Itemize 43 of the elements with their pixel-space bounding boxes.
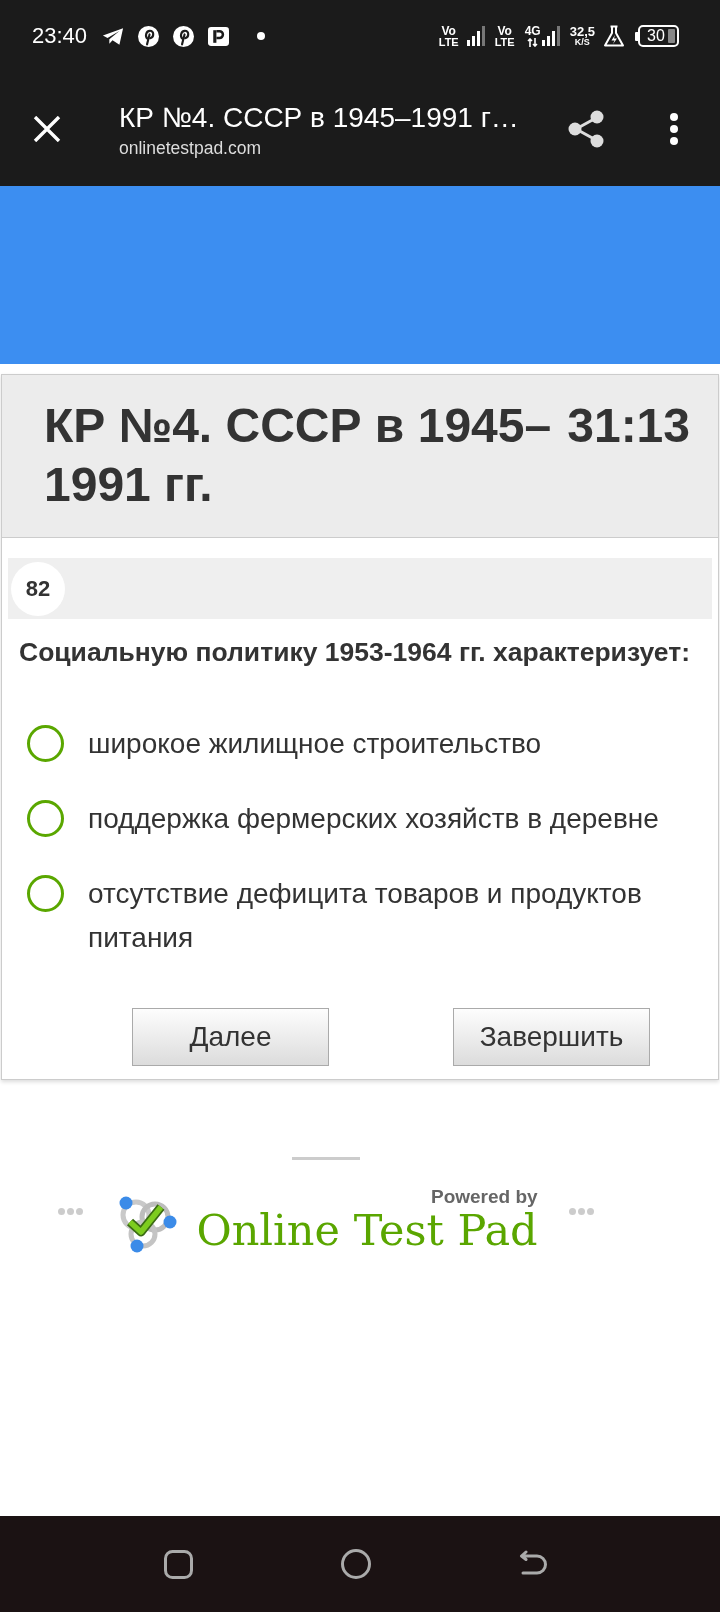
volte-label: Vo (497, 24, 512, 37)
network-type-label: 4G (524, 25, 541, 37)
back-icon[interactable] (519, 1550, 547, 1578)
circle-icon[interactable] (341, 1549, 371, 1579)
clock-time: 23:40 (32, 23, 88, 49)
answer-option[interactable]: поддержка фермерских хозяйств в деревне (88, 797, 659, 841)
radio-button[interactable] (27, 875, 64, 912)
answer-option[interactable]: широкое жилищное строительство (88, 722, 542, 766)
signal-icon (466, 26, 487, 46)
network-speed: 32,5 (569, 25, 595, 38)
volte-label: Vo (441, 24, 456, 37)
battery-fill (668, 29, 675, 43)
brand-name: Online Test Pad (196, 1207, 538, 1253)
more-options-icon[interactable] (670, 113, 678, 145)
pin-circle-icon (138, 25, 160, 47)
paper-plane-icon (102, 26, 125, 46)
close-icon[interactable] (33, 116, 61, 142)
battery-percent: 30 (647, 27, 666, 45)
test-title: КР №4. СССР в 1945–1991 гг. (44, 398, 553, 513)
signal-icon (541, 26, 562, 46)
radio-button[interactable] (27, 725, 64, 762)
volte-label: LTE (494, 36, 515, 48)
next-button[interactable]: Далее (132, 1008, 329, 1066)
dots-icon (58, 1208, 84, 1215)
page-url: onlinetestpad.com (119, 137, 263, 159)
question-number: 82 (11, 561, 65, 616)
flask-icon (603, 25, 625, 47)
volte-label: LTE (438, 36, 459, 48)
square-icon[interactable] (164, 1549, 193, 1579)
finish-button[interactable]: Завершить (453, 1008, 650, 1066)
data-arrows-icon (526, 38, 539, 47)
question-text: Социальную политику 1953-1964 гг. характеризует: (19, 637, 691, 667)
speed-unit: K/S (574, 38, 590, 47)
timer-text: 31:13 (567, 398, 690, 454)
pin-circle-icon (173, 25, 195, 47)
notification-dot-icon (257, 32, 266, 40)
radio-button[interactable] (27, 800, 64, 837)
dots-icon (568, 1208, 594, 1215)
answer-option[interactable]: отсутствие дефицита товаров и продуктов питания (88, 872, 698, 960)
share-icon[interactable] (568, 110, 604, 148)
square-app-icon (208, 25, 230, 47)
powered-by-text: Powered by (430, 1187, 538, 1207)
page-title: КР №4. СССР в 1945–1991 г… (119, 101, 520, 134)
